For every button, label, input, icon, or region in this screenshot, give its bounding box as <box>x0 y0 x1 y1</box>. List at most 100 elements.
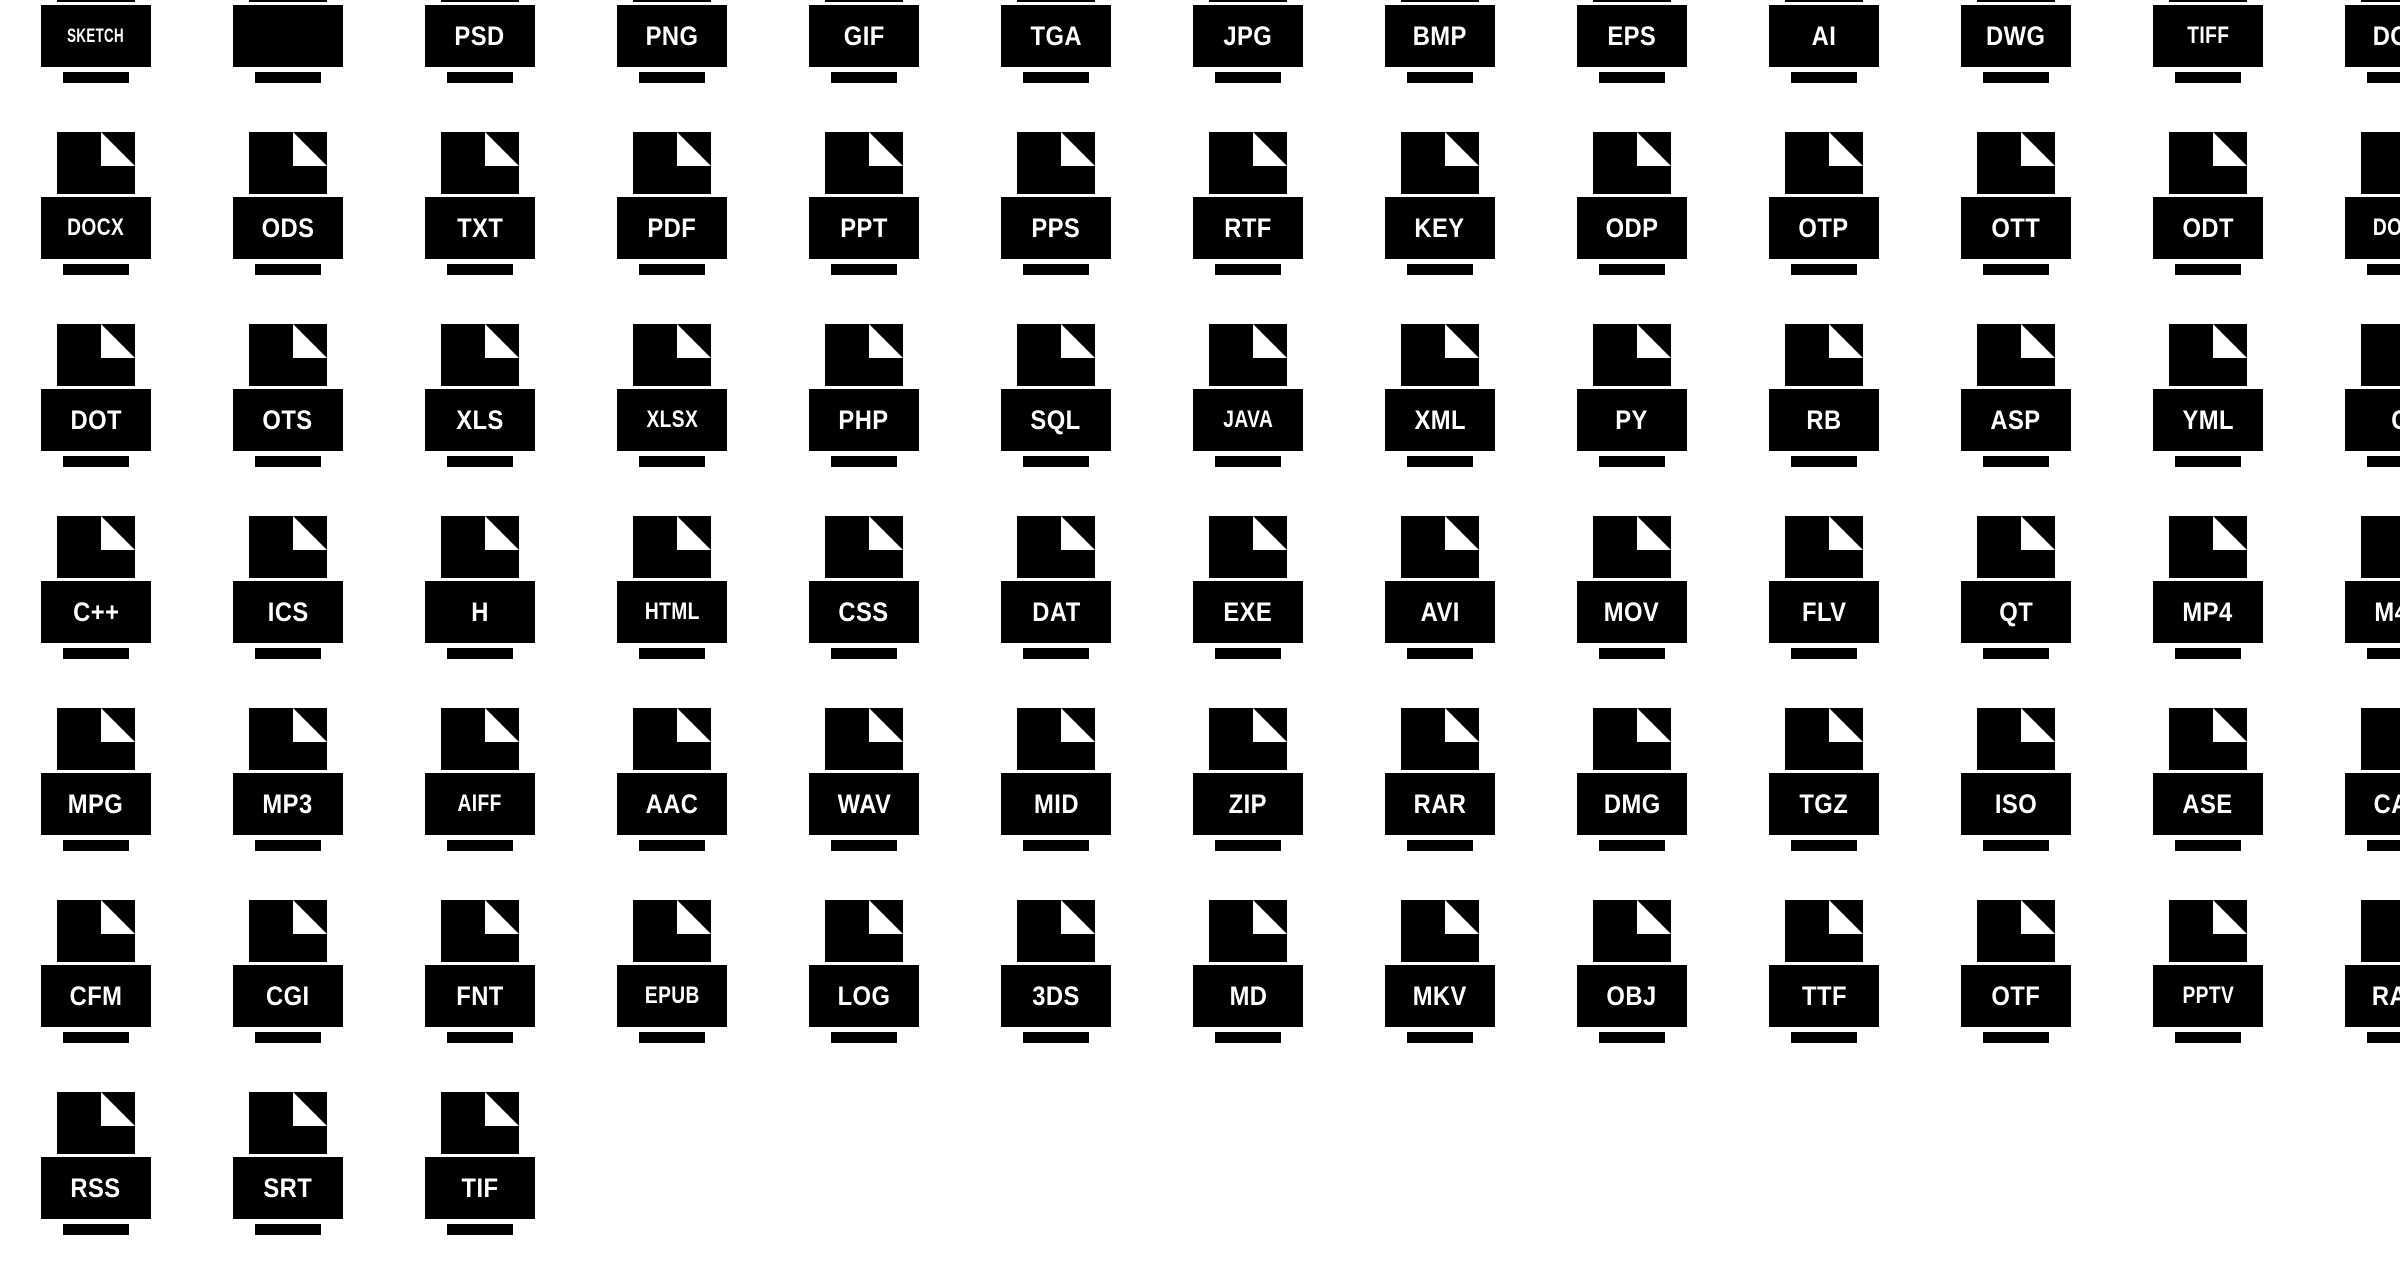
file-icon-png[interactable]: PNG <box>576 0 768 122</box>
file-icon-h[interactable]: H <box>384 506 576 698</box>
file-icon-ots[interactable]: OTS <box>192 314 384 506</box>
file-icon-psd[interactable]: PSD <box>384 0 576 122</box>
file-extension-label: CSS <box>838 596 890 627</box>
file-icon-qt[interactable]: QT <box>1920 506 2112 698</box>
file-icon-tiff[interactable]: TIFF <box>2112 0 2304 122</box>
file-icon-jpg[interactable]: JPG <box>1152 0 1344 122</box>
file-icon-log[interactable]: LOG <box>768 890 960 1082</box>
file-icon-sql[interactable]: SQL <box>960 314 1152 506</box>
document-page-icon <box>633 900 711 962</box>
file-icon-xml[interactable]: XML <box>1344 314 1536 506</box>
file-icon-srt[interactable]: SRT <box>192 1082 384 1274</box>
file-icon-tga[interactable]: TGA <box>960 0 1152 122</box>
file-icon-aiff[interactable]: AIFF <box>384 698 576 890</box>
file-icon-dot[interactable]: DOT <box>0 314 192 506</box>
file-extension-label-band: DOC <box>2345 5 2400 67</box>
file-icon-mid[interactable]: MID <box>960 698 1152 890</box>
file-icon-docx[interactable]: DOCX <box>0 122 192 314</box>
file-icon-odt[interactable]: ODT <box>2112 122 2304 314</box>
file-icon-java[interactable]: JAVA <box>1152 314 1344 506</box>
file-icon-zip[interactable]: ZIP <box>1152 698 1344 890</box>
file-extension-label: MP4 <box>2182 596 2234 627</box>
file-icon-iso[interactable]: ISO <box>1920 698 2112 890</box>
document-page-icon <box>57 516 135 578</box>
file-icon-rtf[interactable]: RTF <box>1152 122 1344 314</box>
file-icon-ase[interactable]: ASE <box>2112 698 2304 890</box>
file-icon-3ds[interactable]: 3DS <box>960 890 1152 1082</box>
file-icon-ics[interactable]: ICS <box>192 506 384 698</box>
file-icon-rar[interactable]: RAR <box>1344 698 1536 890</box>
file-icon-raw[interactable]: RAW <box>2304 890 2400 1082</box>
base-underline-bar <box>1215 648 1281 659</box>
file-icon-cgi[interactable]: CGI <box>192 890 384 1082</box>
file-icon-sketch[interactable]: SKETCH <box>0 0 192 122</box>
file-icon-mp3[interactable]: MP3 <box>192 698 384 890</box>
file-icon-doc[interactable]: DOC <box>2304 0 2400 122</box>
file-icon-fnt[interactable]: FNT <box>384 890 576 1082</box>
file-icon-aac[interactable]: AAC <box>576 698 768 890</box>
file-icon-cplusplus[interactable]: C++ <box>0 506 192 698</box>
file-icon-obj[interactable]: OBJ <box>1536 890 1728 1082</box>
file-icon-rb[interactable]: RB <box>1728 314 1920 506</box>
file-icon-ott[interactable]: OTT <box>1920 122 2112 314</box>
document-page-icon <box>2361 0 2400 2</box>
file-icon-mp4[interactable]: MP4 <box>2112 506 2304 698</box>
file-icon-otp[interactable]: OTP <box>1728 122 1920 314</box>
file-icon-odp[interactable]: ODP <box>1536 122 1728 314</box>
file-icon-cfm[interactable]: CFM <box>0 890 192 1082</box>
base-underline-bar <box>1983 264 2049 275</box>
file-icon-mov[interactable]: MOV <box>1536 506 1728 698</box>
document-page-icon <box>1209 0 1287 2</box>
file-icon-epub[interactable]: EPUB <box>576 890 768 1082</box>
folded-corner-icon <box>2213 132 2247 166</box>
file-icon-pdf[interactable]: PDF <box>576 122 768 314</box>
file-icon-bmp[interactable]: BMP <box>1344 0 1536 122</box>
file-icon-dotx[interactable]: DOTX <box>2304 122 2400 314</box>
file-extension-label: KEY <box>1414 212 1466 243</box>
file-extension-label-band: PPT <box>809 197 919 259</box>
file-extension-label: MID <box>1033 788 1079 819</box>
document-page-icon <box>2361 132 2400 194</box>
document-page-icon <box>1977 516 2055 578</box>
file-icon-otf[interactable]: OTF <box>1920 890 2112 1082</box>
file-extension-label-band: OTS <box>233 389 343 451</box>
file-icon-dwg[interactable]: DWG <box>1920 0 2112 122</box>
file-icon-xlsx[interactable]: XLSX <box>576 314 768 506</box>
file-icon-tif[interactable]: TIF <box>384 1082 576 1274</box>
file-icon-ttf[interactable]: TTF <box>1728 890 1920 1082</box>
file-icon-ods[interactable]: ODS <box>192 122 384 314</box>
file-icon-xls[interactable]: XLS <box>384 314 576 506</box>
document-body <box>2169 0 2247 2</box>
file-icon-gif[interactable]: GIF <box>768 0 960 122</box>
file-extension-label-band: JPG <box>1193 5 1303 67</box>
file-icon-dat[interactable]: DAT <box>960 506 1152 698</box>
file-icon-flv[interactable]: FLV <box>1728 506 1920 698</box>
file-icon-md[interactable]: MD <box>1152 890 1344 1082</box>
file-icon-blank[interactable] <box>192 0 384 122</box>
file-icon-py[interactable]: PY <box>1536 314 1728 506</box>
file-icon-ai[interactable]: AI <box>1728 0 1920 122</box>
file-icon-yml[interactable]: YML <box>2112 314 2304 506</box>
file-icon-key[interactable]: KEY <box>1344 122 1536 314</box>
file-icon-txt[interactable]: TXT <box>384 122 576 314</box>
file-icon-css[interactable]: CSS <box>768 506 960 698</box>
file-icon-m4v[interactable]: M4V <box>2304 506 2400 698</box>
file-icon-cad[interactable]: CAD <box>2304 698 2400 890</box>
file-icon-rss[interactable]: RSS <box>0 1082 192 1274</box>
file-icon-html[interactable]: HTML <box>576 506 768 698</box>
file-icon-exe[interactable]: EXE <box>1152 506 1344 698</box>
file-icon-ppt[interactable]: PPT <box>768 122 960 314</box>
file-icon-pptv[interactable]: PPTV <box>2112 890 2304 1082</box>
file-icon-c[interactable]: C <box>2304 314 2400 506</box>
file-icon-php[interactable]: PHP <box>768 314 960 506</box>
file-icon-wav[interactable]: WAV <box>768 698 960 890</box>
file-icon-tgz[interactable]: TGZ <box>1728 698 1920 890</box>
icon-row-2: DOCX ODS TXT PDF PPT PPS RTF KEY ODP OTP OTT ODT DOT… <box>0 122 2400 314</box>
file-icon-mpg[interactable]: MPG <box>0 698 192 890</box>
file-icon-eps[interactable]: EPS <box>1536 0 1728 122</box>
file-icon-dmg[interactable]: DMG <box>1536 698 1728 890</box>
file-icon-mkv[interactable]: MKV <box>1344 890 1536 1082</box>
file-icon-avi[interactable]: AVI <box>1344 506 1536 698</box>
file-icon-pps[interactable]: PPS <box>960 122 1152 314</box>
file-icon-asp[interactable]: ASP <box>1920 314 2112 506</box>
